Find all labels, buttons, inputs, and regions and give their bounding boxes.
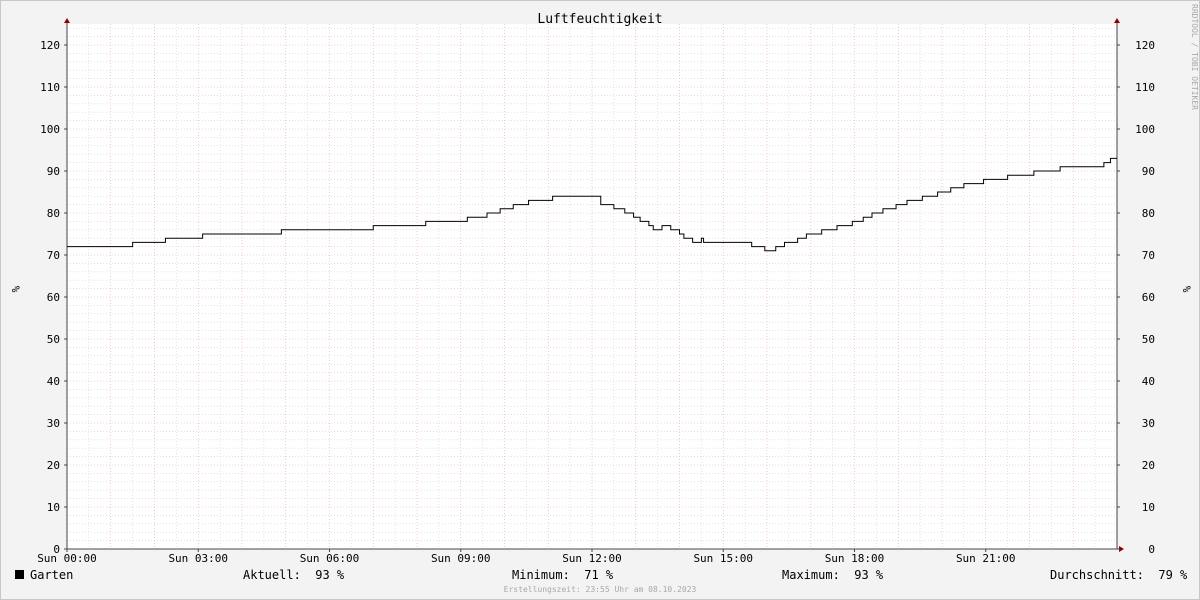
y-tick-label-right: 20 <box>1142 459 1155 472</box>
y-tick-label-left: 10 <box>47 501 60 514</box>
x-tick-label: Sun 21:00 <box>956 552 1016 565</box>
y-tick-label-right: 0 <box>1148 543 1155 556</box>
y-tick-label-left: 100 <box>40 123 60 136</box>
legend-current-value: 93 % <box>315 568 345 582</box>
y-tick-label-left: 40 <box>47 375 60 388</box>
x-tick-label: Sun 09:00 <box>431 552 491 565</box>
x-tick-label: Sun 06:00 <box>300 552 360 565</box>
y-tick-label-left: 110 <box>40 81 60 94</box>
y-axis-arrow-right <box>1114 18 1120 23</box>
y-tick-label-right: 70 <box>1142 249 1155 262</box>
chart-title: Luftfeuchtigkeit <box>537 12 662 27</box>
y-tick-label-right: 90 <box>1142 165 1155 178</box>
y-ticks-left: 0102030405060708090100110120 <box>40 39 67 556</box>
y-tick-label-right: 60 <box>1142 291 1155 304</box>
y-tick-label-right: 40 <box>1142 375 1155 388</box>
legend-avg-label: Durchschnitt: <box>1050 568 1144 582</box>
x-tick-label: Sun 00:00 <box>37 552 97 565</box>
y-tick-label-right: 110 <box>1135 81 1155 94</box>
legend-swatch <box>15 570 24 579</box>
x-tick-label: Sun 12:00 <box>562 552 622 565</box>
y-tick-label-left: 50 <box>47 333 60 346</box>
y-tick-label-right: 50 <box>1142 333 1155 346</box>
legend-avg: Durchschnitt: 79 % <box>1050 568 1187 582</box>
legend-min-value: 71 % <box>584 568 614 582</box>
y-tick-label-left: 70 <box>47 249 60 262</box>
footer-timestamp: Erstellungszeit: 23:55 Uhr am 08.10.2023 <box>503 585 697 594</box>
y-tick-label-right: 120 <box>1135 39 1155 52</box>
legend-series-name: Garten <box>30 568 74 582</box>
y-axis-arrow-left <box>64 18 70 23</box>
y-tick-label-left: 20 <box>47 459 60 472</box>
chart-canvas: 0 10 20 30 40 50 60 70 80 90 100 110 120 0 10 20 30 40 50… <box>9 12 1193 565</box>
watermark: RRDTOOL / TOBI OETIKER <box>1190 4 1199 110</box>
legend-avg-value: 79 % <box>1158 568 1188 582</box>
x-tick-label: Sun 03:00 <box>168 552 228 565</box>
legend-max: Maximum: 93 % <box>782 568 883 582</box>
y-tick-label-left: 80 <box>47 207 60 220</box>
y-tick-label-left: 60 <box>47 291 60 304</box>
legend-current: Aktuell: 93 % <box>243 568 344 582</box>
y-tick-label-left: 90 <box>47 165 60 178</box>
y-tick-label-right: 10 <box>1142 501 1155 514</box>
legend-min: Minimum: 71 % <box>512 568 613 582</box>
legend-min-label: Minimum: <box>512 568 570 582</box>
x-tick-label: Sun 18:00 <box>825 552 885 565</box>
y-tick-label-right: 80 <box>1142 207 1155 220</box>
legend-current-label: Aktuell: <box>243 568 301 582</box>
y-axis-label-right: % <box>1180 286 1193 293</box>
legend-max-label: Maximum: <box>782 568 840 582</box>
y-tick-label-right: 100 <box>1135 123 1155 136</box>
legend-max-value: 93 % <box>854 568 884 582</box>
y-tick-label-right: 30 <box>1142 417 1155 430</box>
x-tick-label: Sun 15:00 <box>693 552 753 565</box>
y-tick-label-left: 120 <box>40 39 60 52</box>
x-ticks: Sun 00:00 Sun 03:00 Sun 06:00 Sun 09:00 Sun … <box>37 549 1016 565</box>
y-ticks-right: 0 10 20 30 40 50 60 70 80 90 100 110 120 <box>1117 39 1155 556</box>
y-axis-label-left: % <box>9 286 22 293</box>
y-tick-label-left: 30 <box>47 417 60 430</box>
